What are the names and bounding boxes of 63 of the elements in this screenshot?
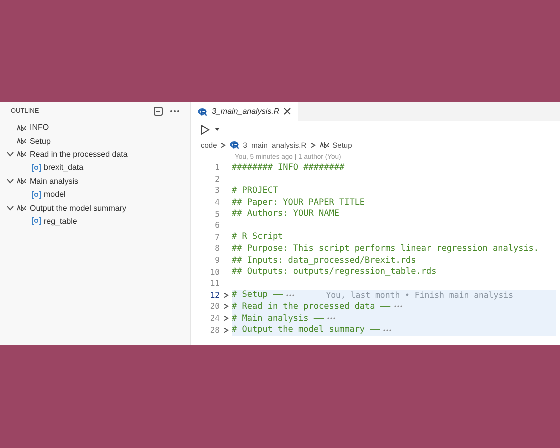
code-text: # PROJECT [232,186,278,196]
collapse-all-icon [154,107,163,116]
code-text: ######## INFO ######## [232,162,345,173]
string-symbol-icon [320,142,330,148]
variable-symbol-icon [32,217,41,226]
code-text: ## Outputs: outputs/regression_table.rds [232,267,437,278]
line-number: 3 [214,186,220,196]
code-text: # R Script [232,232,284,242]
code-text: ## Authors: YOUR NAME [232,209,340,220]
line-number: 1 [214,163,220,172]
run-icon [201,124,210,134]
line-number: 24 [209,314,220,324]
close-icon [284,108,291,115]
line-number: 10 [209,268,220,277]
dropdown-caret-icon [215,128,220,131]
string-symbol-icon [17,124,27,131]
variable-symbol-icon [32,190,41,199]
code-text: # Output the model summary —— [232,325,380,336]
outline-item[interactable]: Setup [0,134,190,148]
line-number: 5 [214,210,220,219]
line-number: 28 [209,326,220,335]
variable-symbol-icon [32,164,41,172]
fold-icon[interactable] [222,292,230,298]
line-number: 9 [214,256,220,266]
chevron-right-icon [220,142,228,148]
code-text: ## Purpose: This script performs linear regression analysis. [232,244,540,254]
string-symbol-icon [17,178,27,184]
fold-icon[interactable] [222,328,230,333]
code-text: # Read in the processed data —— [232,302,391,312]
outline-item[interactable]: reg_table [0,214,190,228]
r-file-icon [198,108,208,116]
line-number: 4 [214,198,220,208]
fold-icon[interactable] [222,316,230,322]
ellipsis-icon [286,294,296,297]
line-number: 7 [214,232,220,242]
outline-item[interactable]: Read in the processed data [0,148,190,162]
line-number: 11 [209,279,220,288]
code-text: ## Paper: YOUR PAPER TITLE [232,198,366,208]
blame-annotation: You, last month • Finish main analysis [326,290,514,300]
ellipsis-icon [383,328,392,332]
code-text: ## Inputs: data_processed/Brexit.rds [232,256,416,266]
outline-item[interactable]: INFO [0,121,190,134]
chevron-right-icon [310,142,317,148]
line-number: 20 [209,302,220,312]
ellipsis-icon [394,305,403,308]
outline-item[interactable]: Main analysis [0,174,190,188]
outline-item[interactable]: Output the model summary [0,201,190,215]
ellipsis-icon [327,317,336,320]
fold-icon[interactable] [222,304,230,310]
outline-item[interactable]: model [0,188,190,202]
line-number: 2 [214,174,220,184]
code-text: # Main analysis —— [232,314,324,324]
string-symbol-icon [17,151,27,158]
line-number: 12 [209,290,220,300]
code-text: # Setup —— [232,290,284,300]
line-number: 8 [214,244,220,254]
string-symbol-icon [17,205,27,212]
string-symbol-icon [17,138,27,144]
outline-item[interactable]: brexit_data [0,161,190,175]
r-file-icon [230,141,240,149]
line-number: 6 [214,221,220,230]
more-icon [170,110,180,113]
editor-tab[interactable]: 3_main_analysis.R [191,102,298,121]
